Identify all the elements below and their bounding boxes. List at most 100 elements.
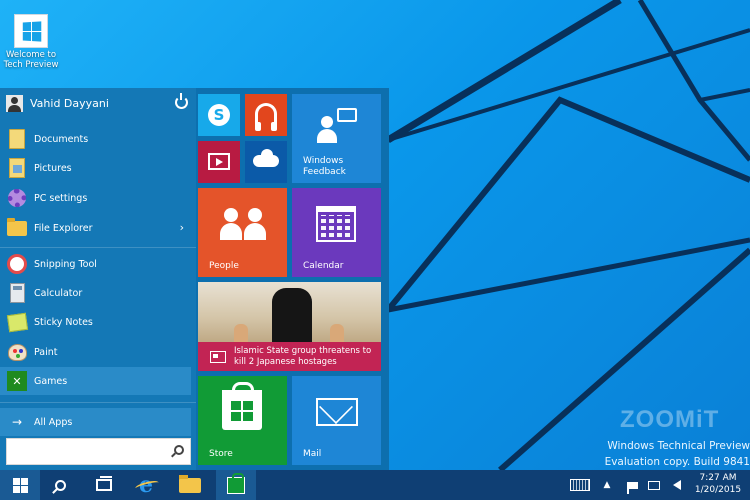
task-view-icon <box>96 476 112 491</box>
tile-mail[interactable]: Mail <box>292 376 381 465</box>
clock[interactable]: 7:27 AM 1/20/2015 <box>690 472 746 496</box>
network-icon <box>648 480 660 490</box>
speaker-icon <box>673 480 681 490</box>
chevron-up-icon: ▲ <box>603 480 611 490</box>
all-apps-button[interactable]: → All Apps <box>0 408 191 436</box>
taskbar-search-button[interactable] <box>44 470 76 500</box>
calculator-icon <box>6 282 28 304</box>
mail-icon <box>316 398 358 426</box>
avatar <box>6 94 23 112</box>
tile-windows-feedback[interactable]: Windows Feedback <box>292 94 381 183</box>
watermark-line-1: Windows Technical Preview <box>607 440 750 452</box>
start-item-pc-settings[interactable]: PC settings <box>0 184 196 212</box>
taskbar-internet-explorer[interactable]: e <box>128 470 164 500</box>
tile-label: Calendar <box>303 261 344 271</box>
start-item-label: Documents <box>34 133 89 145</box>
start-item-label: Paint <box>34 346 58 358</box>
start-item-sticky-notes[interactable]: Sticky Notes <box>0 308 196 336</box>
start-item-label: Games <box>34 375 68 387</box>
show-hidden-icons-button[interactable]: ▲ <box>600 470 614 500</box>
folder-icon <box>179 474 201 493</box>
headphones-icon <box>255 103 277 131</box>
pictures-icon <box>6 157 28 179</box>
start-button[interactable] <box>0 470 40 500</box>
clock-date: 1/20/2015 <box>694 485 742 495</box>
documents-icon <box>6 128 28 150</box>
tile-label: Mail <box>303 449 322 459</box>
start-item-calculator[interactable]: Calculator <box>0 279 196 307</box>
internet-explorer-icon: e <box>139 472 153 498</box>
start-item-games[interactable]: ✕ Games <box>0 367 191 395</box>
tile-news[interactable]: Islamic State group threatens to kill 2 … <box>198 282 381 371</box>
start-item-documents[interactable]: Documents <box>0 125 196 153</box>
snipping-tool-icon <box>6 253 28 275</box>
start-item-label: Snipping Tool <box>34 258 97 270</box>
start-menu: Vahid Dayyani Documents Pictures PC sett… <box>0 88 389 470</box>
paint-icon <box>6 341 28 363</box>
start-item-paint[interactable]: Paint <box>0 338 196 366</box>
people-icon <box>220 208 266 240</box>
skype-icon: S <box>208 104 230 126</box>
tile-label: Store <box>209 449 233 459</box>
tile-calendar[interactable]: Calendar <box>292 188 381 277</box>
task-view-button[interactable] <box>88 470 120 500</box>
evaluation-watermark: Windows Technical Preview Evaluation cop… <box>605 438 750 470</box>
tile-skype[interactable]: S <box>198 94 240 136</box>
news-headline: Islamic State group threatens to kill 2 … <box>234 346 372 367</box>
windows-logo-icon <box>12 477 28 493</box>
tile-store[interactable]: Store <box>198 376 287 465</box>
network-button[interactable] <box>646 470 662 500</box>
user-name: Vahid Dayyani <box>30 96 109 110</box>
feedback-icon <box>317 108 357 146</box>
start-item-label: Calculator <box>34 287 83 299</box>
start-item-label: Sticky Notes <box>34 316 93 328</box>
tile-label: Windows Feedback <box>303 156 346 177</box>
power-icon[interactable] <box>175 93 188 109</box>
action-center-button[interactable] <box>624 470 640 500</box>
store-icon <box>227 472 245 494</box>
arrow-right-icon: → <box>11 415 23 429</box>
tile-label: People <box>209 261 239 271</box>
video-icon <box>208 153 230 170</box>
cloud-icon <box>253 149 279 167</box>
flag-icon <box>627 481 638 494</box>
start-item-label: Pictures <box>34 162 72 174</box>
tile-video[interactable] <box>198 141 240 183</box>
user-account[interactable]: Vahid Dayyani <box>0 88 196 118</box>
taskbar: e ▲ 7:27 AM 1/20/2015 <box>0 470 750 500</box>
start-menu-left-pane: Vahid Dayyani Documents Pictures PC sett… <box>0 88 196 470</box>
start-item-pictures[interactable]: Pictures <box>0 154 196 182</box>
keyboard-icon <box>570 479 590 491</box>
volume-button[interactable] <box>668 470 686 500</box>
start-item-label: PC settings <box>34 192 88 204</box>
windows-logo-icon <box>14 14 48 48</box>
search-input[interactable] <box>6 438 191 465</box>
watermark-line-2: Evaluation copy. Build 9841 <box>604 456 750 468</box>
taskbar-file-explorer[interactable] <box>172 470 208 500</box>
search-icon[interactable] <box>174 445 184 455</box>
clock-time: 7:27 AM <box>699 473 737 483</box>
tile-people[interactable]: People <box>198 188 287 277</box>
news-icon <box>210 351 226 363</box>
divider <box>0 247 196 248</box>
start-item-file-explorer[interactable]: File Explorer › <box>0 214 196 242</box>
taskbar-store[interactable] <box>216 470 256 500</box>
all-apps-label: All Apps <box>34 416 73 428</box>
divider <box>0 402 196 403</box>
gear-icon <box>6 187 28 209</box>
site-watermark-logo: ZOOMiT <box>620 406 720 433</box>
chevron-right-icon[interactable]: › <box>180 221 184 234</box>
store-icon <box>222 382 262 430</box>
news-photo <box>198 282 381 344</box>
calendar-icon <box>316 206 356 242</box>
tile-music[interactable] <box>245 94 287 136</box>
sticky-notes-icon <box>6 311 28 333</box>
games-icon: ✕ <box>6 370 28 392</box>
touch-keyboard-button[interactable] <box>568 470 592 500</box>
desktop-icon-welcome[interactable]: Welcome to Tech Preview <box>2 14 60 70</box>
folder-icon <box>6 217 28 239</box>
start-item-snipping-tool[interactable]: Snipping Tool <box>0 250 196 278</box>
desktop-icon-label: Welcome to Tech Preview <box>3 50 59 70</box>
tile-onedrive[interactable] <box>245 141 287 183</box>
search-icon <box>54 479 66 491</box>
